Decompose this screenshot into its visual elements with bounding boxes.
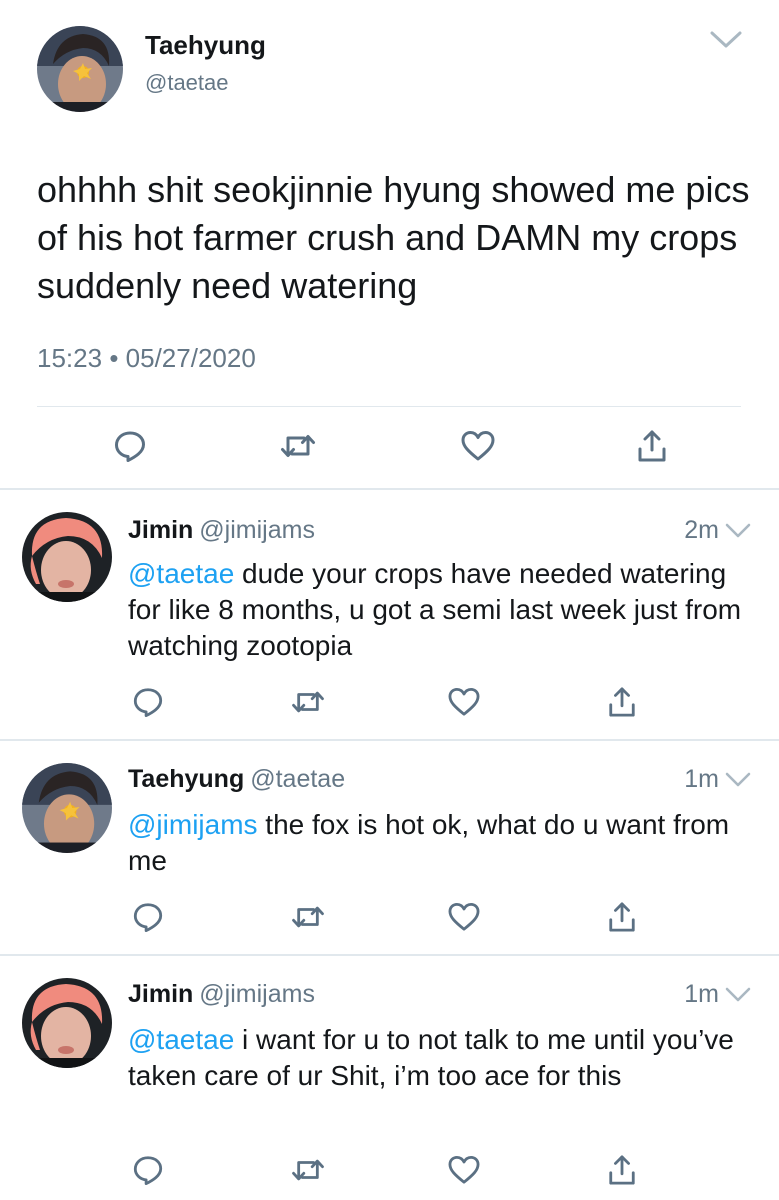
reply-text: @jimijams the fox is hot ok, what do u w… bbox=[128, 807, 758, 879]
tweet-actions bbox=[0, 424, 779, 472]
retweet-button[interactable] bbox=[286, 680, 330, 724]
reply-actions bbox=[0, 680, 779, 724]
reply-button[interactable] bbox=[126, 1148, 170, 1192]
reply-actions bbox=[0, 1148, 779, 1192]
retweet-button[interactable] bbox=[276, 424, 320, 468]
mention-link[interactable]: @jimijams bbox=[128, 809, 258, 840]
retweet-button[interactable] bbox=[286, 895, 330, 939]
reply-age: 1m bbox=[684, 980, 719, 1008]
avatar-jimin[interactable] bbox=[22, 978, 112, 1068]
author-name[interactable]: Jimin bbox=[128, 980, 193, 1008]
mention-link[interactable]: @taetae bbox=[128, 558, 234, 589]
author-name[interactable]: Jimin bbox=[128, 516, 193, 544]
like-button[interactable] bbox=[442, 680, 486, 724]
like-icon bbox=[448, 1155, 480, 1184]
share-icon bbox=[609, 902, 635, 932]
share-button[interactable] bbox=[600, 1148, 644, 1192]
like-icon bbox=[448, 902, 480, 931]
reply-tweet[interactable]: Taehyung @taetae 1m @jimijams the fox is … bbox=[0, 741, 779, 953]
like-button[interactable] bbox=[442, 1148, 486, 1192]
reply-header: Taehyung @taetae bbox=[128, 765, 345, 794]
share-button[interactable] bbox=[600, 895, 644, 939]
retweet-icon bbox=[292, 906, 324, 928]
tweet-time: 15:23 bbox=[37, 343, 103, 373]
share-button[interactable] bbox=[630, 424, 674, 468]
reply-header: Jimin @jimijams bbox=[128, 516, 315, 545]
tweet-date: 05/27/2020 bbox=[125, 343, 256, 373]
like-icon bbox=[461, 431, 495, 461]
retweet-icon bbox=[292, 691, 324, 713]
reply-text: @taetae dude your crops have needed wate… bbox=[128, 556, 758, 664]
reply-icon bbox=[115, 431, 145, 462]
author-handle[interactable]: @jimijams bbox=[199, 980, 315, 1008]
main-tweet: Taehyung @taetae ohhhh shit seokjinnie h… bbox=[0, 0, 779, 488]
chevron-down-icon[interactable] bbox=[724, 520, 752, 542]
author-handle[interactable]: @taetae bbox=[250, 765, 345, 793]
reply-tweet[interactable]: Jimin @jimijams 2m @taetae dude your crop… bbox=[0, 490, 779, 738]
chevron-down-icon[interactable] bbox=[724, 984, 752, 1006]
divider bbox=[37, 406, 741, 407]
reply-icon bbox=[133, 688, 163, 718]
chevron-down-icon[interactable] bbox=[724, 769, 752, 791]
reply-button[interactable] bbox=[126, 895, 170, 939]
share-icon bbox=[638, 430, 666, 462]
reply-age: 2m bbox=[684, 516, 719, 544]
author-name[interactable]: Taehyung bbox=[128, 765, 244, 793]
share-icon bbox=[609, 687, 635, 717]
reply-button[interactable] bbox=[108, 424, 152, 468]
author-handle[interactable]: @taetae bbox=[145, 70, 229, 96]
retweet-button[interactable] bbox=[286, 1148, 330, 1192]
reply-tweet[interactable]: Jimin @jimijams 1m @taetae i want for u t… bbox=[0, 956, 779, 1200]
author-handle[interactable]: @jimijams bbox=[199, 516, 315, 544]
like-button[interactable] bbox=[456, 424, 500, 468]
chevron-down-icon[interactable] bbox=[708, 26, 744, 54]
author-name[interactable]: Taehyung bbox=[145, 30, 266, 61]
like-button[interactable] bbox=[442, 895, 486, 939]
share-button[interactable] bbox=[600, 680, 644, 724]
reply-button[interactable] bbox=[126, 680, 170, 724]
reply-icon bbox=[133, 1156, 163, 1186]
retweet-icon bbox=[281, 435, 315, 457]
reply-actions bbox=[0, 895, 779, 939]
share-icon bbox=[609, 1155, 635, 1185]
reply-age: 1m bbox=[684, 765, 719, 793]
reply-header: Jimin @jimijams bbox=[128, 980, 315, 1009]
avatar-jimin[interactable] bbox=[22, 512, 112, 602]
meta-separator: • bbox=[109, 343, 119, 373]
reply-icon bbox=[133, 903, 163, 933]
avatar-taehyung[interactable] bbox=[22, 763, 112, 853]
avatar-taehyung[interactable] bbox=[37, 26, 123, 112]
tweet-timestamp: 15:23 • 05/27/2020 bbox=[37, 343, 256, 374]
reply-text: @taetae i want for u to not talk to me u… bbox=[128, 1022, 758, 1094]
like-icon bbox=[448, 687, 480, 716]
retweet-icon bbox=[292, 1159, 324, 1181]
tweet-text: ohhhh shit seokjinnie hyung showed me pi… bbox=[37, 169, 750, 306]
mention-link[interactable]: @taetae bbox=[128, 1024, 234, 1055]
